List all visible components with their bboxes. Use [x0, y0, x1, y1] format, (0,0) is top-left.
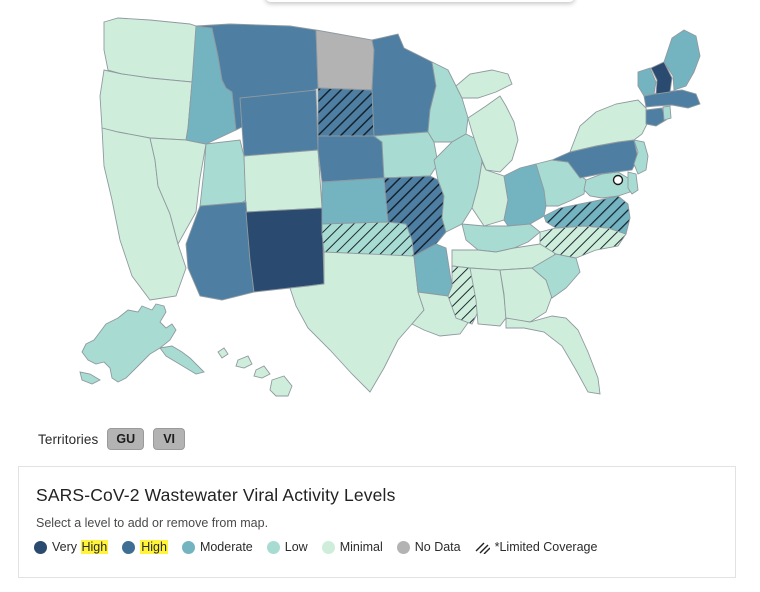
- state-NM[interactable]: [246, 208, 324, 292]
- legend-item-label: Low: [284, 540, 308, 554]
- search-highlight: High: [140, 540, 168, 554]
- state-DE[interactable]: [628, 172, 638, 194]
- very-high-swatch-icon: [34, 540, 47, 554]
- territories-label: Territories: [38, 431, 99, 447]
- no-data-swatch-icon: [396, 540, 410, 554]
- legend-item-minimal[interactable]: Minimal: [321, 540, 383, 554]
- state-WA[interactable]: [104, 18, 196, 82]
- state-OR[interactable]: [100, 70, 192, 140]
- legend-title: SARS-CoV-2 Wastewater Viral Activity Lev…: [36, 485, 396, 505]
- high-swatch-icon: [122, 540, 136, 554]
- state-KS[interactable]: [322, 178, 388, 224]
- legend-item-very-high[interactable]: Very High: [34, 540, 109, 554]
- state-RI[interactable]: [663, 106, 671, 120]
- state-OK[interactable]: [322, 222, 414, 256]
- state-CO[interactable]: [244, 150, 322, 212]
- legend-items: Very High High Moderate Low Minimal No D: [34, 540, 597, 554]
- legend-item-high[interactable]: High: [122, 540, 168, 554]
- state-NJ[interactable]: [634, 140, 648, 174]
- wastewater-map-page: Territories GU VI SARS-CoV-2 Wastewater …: [0, 0, 760, 592]
- state-IA[interactable]: [374, 132, 438, 178]
- state-SD[interactable]: [318, 88, 374, 136]
- moderate-swatch-icon: [181, 540, 195, 554]
- territories-row: Territories GU VI: [38, 428, 186, 450]
- legend-item-no-data[interactable]: No Data: [396, 540, 461, 554]
- legend-item-label: Very High: [52, 540, 109, 554]
- legend-subtitle: Select a level to add or remove from map…: [36, 516, 269, 530]
- search-highlight: High: [80, 540, 109, 554]
- territory-button-gu[interactable]: GU: [107, 428, 145, 450]
- legend-item-label: High: [140, 540, 168, 554]
- hatch-pattern-icon: [475, 541, 491, 554]
- state-FL[interactable]: [506, 316, 600, 394]
- legend-item-moderate[interactable]: Moderate: [181, 540, 253, 554]
- state-UT[interactable]: [200, 140, 246, 206]
- legend-item-label: *Limited Coverage: [494, 540, 598, 554]
- state-MN[interactable]: [372, 34, 436, 136]
- minimal-swatch-icon: [321, 540, 335, 554]
- state-ND[interactable]: [316, 30, 374, 90]
- legend-item-label: No Data: [414, 540, 461, 554]
- legend-item-low[interactable]: Low: [266, 540, 308, 554]
- state-NE[interactable]: [318, 136, 384, 182]
- legend-item-label: Moderate: [199, 540, 253, 554]
- state-AK[interactable]: [80, 304, 204, 384]
- state-AZ[interactable]: [186, 202, 254, 300]
- state-WI[interactable]: [428, 62, 468, 142]
- low-swatch-icon: [266, 540, 280, 554]
- district-of-columbia-marker[interactable]: [612, 174, 624, 186]
- map-container[interactable]: [0, 0, 760, 415]
- state-WY[interactable]: [240, 90, 318, 156]
- legend-item-limited-coverage[interactable]: *Limited Coverage: [475, 540, 598, 554]
- legend-card: SARS-CoV-2 Wastewater Viral Activity Lev…: [18, 466, 736, 578]
- legend-item-label: Minimal: [339, 540, 383, 554]
- territory-button-vi[interactable]: VI: [153, 428, 186, 450]
- state-HI[interactable]: [218, 348, 292, 396]
